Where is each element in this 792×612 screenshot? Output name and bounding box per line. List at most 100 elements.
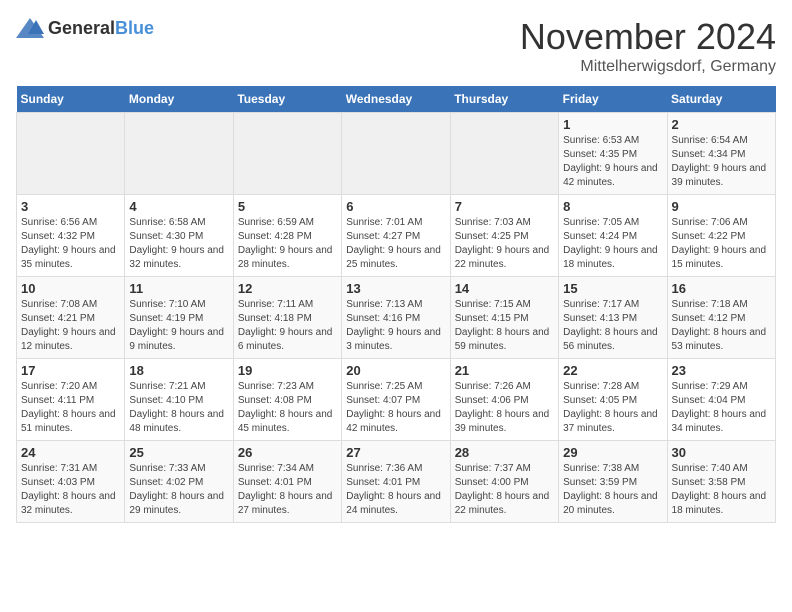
- day-number: 9: [672, 199, 771, 214]
- day-number: 11: [129, 281, 228, 296]
- day-info: Sunrise: 7:26 AM Sunset: 4:06 PM Dayligh…: [455, 380, 554, 436]
- day-info: Sunrise: 7:31 AM Sunset: 4:03 PM Dayligh…: [21, 462, 120, 518]
- day-number: 17: [21, 363, 120, 378]
- weekday-header-saturday: Saturday: [667, 86, 775, 113]
- day-number: 1: [563, 117, 662, 132]
- day-info: Sunrise: 7:38 AM Sunset: 3:59 PM Dayligh…: [563, 462, 662, 518]
- day-info: Sunrise: 6:54 AM Sunset: 4:34 PM Dayligh…: [672, 134, 771, 190]
- calendar-table: SundayMondayTuesdayWednesdayThursdayFrid…: [16, 86, 776, 523]
- day-info: Sunrise: 7:05 AM Sunset: 4:24 PM Dayligh…: [563, 216, 662, 272]
- day-info: Sunrise: 7:20 AM Sunset: 4:11 PM Dayligh…: [21, 380, 120, 436]
- calendar-cell-w1d1: 4 Sunrise: 6:58 AM Sunset: 4:30 PM Daylig…: [125, 195, 233, 277]
- location-title: Mittelherwigsdorf, Germany: [520, 58, 776, 76]
- day-number: 15: [563, 281, 662, 296]
- calendar-cell-w3d5: 22 Sunrise: 7:28 AM Sunset: 4:05 PM Dayli…: [559, 359, 667, 441]
- calendar-cell-w0d5: 1Sunrise: 6:53 AM Sunset: 4:35 PM Daylig…: [559, 113, 667, 195]
- calendar-cell-w2d5: 15 Sunrise: 7:17 AM Sunset: 4:13 PM Dayli…: [559, 277, 667, 359]
- day-number: 22: [563, 363, 662, 378]
- calendar-cell-w3d6: 23 Sunrise: 7:29 AM Sunset: 4:04 PM Dayli…: [667, 359, 775, 441]
- day-info: Sunrise: 7:28 AM Sunset: 4:05 PM Dayligh…: [563, 380, 662, 436]
- calendar-cell-w3d0: 17 Sunrise: 7:20 AM Sunset: 4:11 PM Dayli…: [17, 359, 125, 441]
- day-number: 13: [346, 281, 445, 296]
- page-header: GeneralBlue November 2024 Mittelherwigsd…: [16, 16, 776, 76]
- day-info: Sunrise: 7:11 AM Sunset: 4:18 PM Dayligh…: [238, 298, 337, 354]
- calendar-cell-w4d3: 27 Sunrise: 7:36 AM Sunset: 4:01 PM Dayli…: [342, 441, 450, 523]
- day-number: 19: [238, 363, 337, 378]
- calendar-cell-w1d6: 9 Sunrise: 7:06 AM Sunset: 4:22 PM Daylig…: [667, 195, 775, 277]
- day-info: Sunrise: 7:06 AM Sunset: 4:22 PM Dayligh…: [672, 216, 771, 272]
- day-info: Sunrise: 7:13 AM Sunset: 4:16 PM Dayligh…: [346, 298, 445, 354]
- day-number: 10: [21, 281, 120, 296]
- day-info: Sunrise: 7:34 AM Sunset: 4:01 PM Dayligh…: [238, 462, 337, 518]
- day-info: Sunrise: 6:56 AM Sunset: 4:32 PM Dayligh…: [21, 216, 120, 272]
- day-number: 4: [129, 199, 228, 214]
- day-number: 23: [672, 363, 771, 378]
- day-number: 26: [238, 445, 337, 460]
- calendar-cell-w2d0: 10 Sunrise: 7:08 AM Sunset: 4:21 PM Dayli…: [17, 277, 125, 359]
- day-number: 20: [346, 363, 445, 378]
- day-info: Sunrise: 7:25 AM Sunset: 4:07 PM Dayligh…: [346, 380, 445, 436]
- day-number: 24: [21, 445, 120, 460]
- logo: GeneralBlue: [16, 16, 154, 40]
- day-number: 29: [563, 445, 662, 460]
- calendar-cell-w0d2: [233, 113, 341, 195]
- day-number: 28: [455, 445, 554, 460]
- day-number: 21: [455, 363, 554, 378]
- day-info: Sunrise: 7:33 AM Sunset: 4:02 PM Dayligh…: [129, 462, 228, 518]
- day-number: 25: [129, 445, 228, 460]
- day-number: 8: [563, 199, 662, 214]
- calendar-cell-w2d1: 11 Sunrise: 7:10 AM Sunset: 4:19 PM Dayli…: [125, 277, 233, 359]
- weekday-header-friday: Friday: [559, 86, 667, 113]
- weekday-header-monday: Monday: [125, 86, 233, 113]
- day-number: 2: [672, 117, 771, 132]
- weekday-header-tuesday: Tuesday: [233, 86, 341, 113]
- weekday-header-wednesday: Wednesday: [342, 86, 450, 113]
- calendar-cell-w0d6: 2 Sunrise: 6:54 AM Sunset: 4:34 PM Daylig…: [667, 113, 775, 195]
- calendar-cell-w1d0: 3 Sunrise: 6:56 AM Sunset: 4:32 PM Daylig…: [17, 195, 125, 277]
- logo-icon: [16, 16, 44, 40]
- weekday-header-sunday: Sunday: [17, 86, 125, 113]
- calendar-cell-w0d4: [450, 113, 558, 195]
- calendar-cell-w2d3: 13 Sunrise: 7:13 AM Sunset: 4:16 PM Dayli…: [342, 277, 450, 359]
- calendar-cell-w3d1: 18Sunrise: 7:21 AM Sunset: 4:10 PM Dayli…: [125, 359, 233, 441]
- calendar-cell-w1d3: 6Sunrise: 7:01 AM Sunset: 4:27 PM Daylig…: [342, 195, 450, 277]
- day-info: Sunrise: 7:15 AM Sunset: 4:15 PM Dayligh…: [455, 298, 554, 354]
- day-info: Sunrise: 7:21 AM Sunset: 4:10 PM Dayligh…: [129, 380, 228, 436]
- calendar-cell-w3d3: 20 Sunrise: 7:25 AM Sunset: 4:07 PM Dayli…: [342, 359, 450, 441]
- day-info: Sunrise: 7:29 AM Sunset: 4:04 PM Dayligh…: [672, 380, 771, 436]
- day-number: 7: [455, 199, 554, 214]
- day-info: Sunrise: 7:01 AM Sunset: 4:27 PM Dayligh…: [346, 216, 445, 272]
- day-info: Sunrise: 7:23 AM Sunset: 4:08 PM Dayligh…: [238, 380, 337, 436]
- calendar-cell-w1d4: 7 Sunrise: 7:03 AM Sunset: 4:25 PM Daylig…: [450, 195, 558, 277]
- calendar-cell-w4d2: 26 Sunrise: 7:34 AM Sunset: 4:01 PM Dayli…: [233, 441, 341, 523]
- day-info: Sunrise: 6:58 AM Sunset: 4:30 PM Dayligh…: [129, 216, 228, 272]
- title-area: November 2024 Mittelherwigsdorf, Germany: [520, 16, 776, 76]
- calendar-cell-w1d2: 5 Sunrise: 6:59 AM Sunset: 4:28 PM Daylig…: [233, 195, 341, 277]
- day-number: 16: [672, 281, 771, 296]
- calendar-cell-w2d4: 14 Sunrise: 7:15 AM Sunset: 4:15 PM Dayli…: [450, 277, 558, 359]
- calendar-cell-w0d1: [125, 113, 233, 195]
- day-number: 12: [238, 281, 337, 296]
- day-info: Sunrise: 7:17 AM Sunset: 4:13 PM Dayligh…: [563, 298, 662, 354]
- calendar-cell-w1d5: 8 Sunrise: 7:05 AM Sunset: 4:24 PM Daylig…: [559, 195, 667, 277]
- calendar-cell-w3d4: 21 Sunrise: 7:26 AM Sunset: 4:06 PM Dayli…: [450, 359, 558, 441]
- day-info: Sunrise: 7:03 AM Sunset: 4:25 PM Dayligh…: [455, 216, 554, 272]
- day-info: Sunrise: 7:40 AM Sunset: 3:58 PM Dayligh…: [672, 462, 771, 518]
- weekday-header-thursday: Thursday: [450, 86, 558, 113]
- day-info: Sunrise: 6:59 AM Sunset: 4:28 PM Dayligh…: [238, 216, 337, 272]
- day-info: Sunrise: 7:36 AM Sunset: 4:01 PM Dayligh…: [346, 462, 445, 518]
- day-info: Sunrise: 7:10 AM Sunset: 4:19 PM Dayligh…: [129, 298, 228, 354]
- day-number: 5: [238, 199, 337, 214]
- logo-general: General: [48, 18, 115, 38]
- calendar-cell-w4d4: 28 Sunrise: 7:37 AM Sunset: 4:00 PM Dayli…: [450, 441, 558, 523]
- day-number: 27: [346, 445, 445, 460]
- calendar-cell-w2d2: 12 Sunrise: 7:11 AM Sunset: 4:18 PM Dayli…: [233, 277, 341, 359]
- day-number: 3: [21, 199, 120, 214]
- day-number: 14: [455, 281, 554, 296]
- day-info: Sunrise: 7:37 AM Sunset: 4:00 PM Dayligh…: [455, 462, 554, 518]
- day-number: 30: [672, 445, 771, 460]
- month-title: November 2024: [520, 16, 776, 58]
- calendar-cell-w3d2: 19 Sunrise: 7:23 AM Sunset: 4:08 PM Dayli…: [233, 359, 341, 441]
- logo-blue: Blue: [115, 18, 154, 38]
- day-info: Sunrise: 7:08 AM Sunset: 4:21 PM Dayligh…: [21, 298, 120, 354]
